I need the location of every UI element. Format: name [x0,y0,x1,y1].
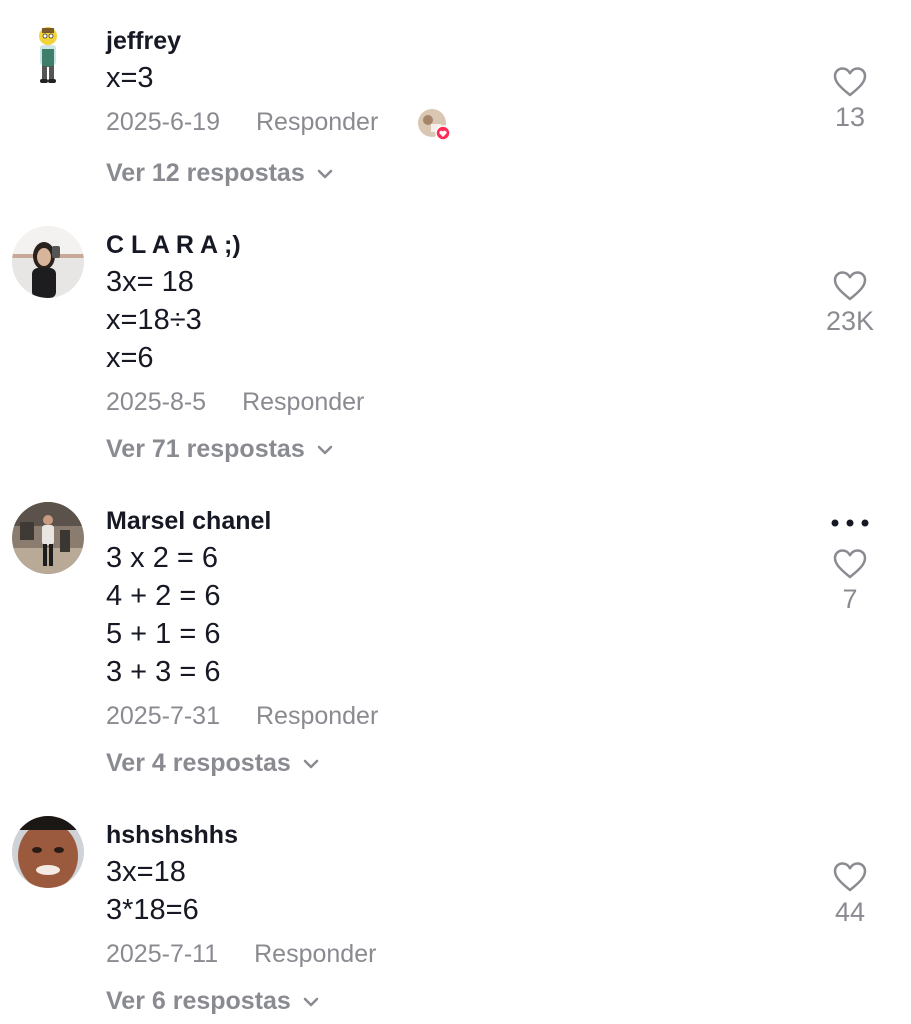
comment-username[interactable]: C L A R A ;) [106,231,241,260]
user-photo [12,816,84,888]
comment-date: 2025-8-5 [106,388,207,416]
like-count: 7 [842,584,858,614]
comment-line: 3x=18 [106,856,186,888]
heart-icon [833,862,867,892]
chevron-down-icon [303,759,319,768]
chevron-down-icon [317,445,332,454]
comment-line: x=6 [106,342,154,374]
reply-button[interactable]: Responder [256,108,378,137]
comment-item: jeffrey x=3 2025-6-19 Responder Ver 12 r… [0,0,911,200]
comment-line: 3 + 3 = 6 [106,656,221,688]
comment-text: x=3 [106,59,154,97]
comment-meta: 2025-8-5 Responder [106,388,364,417]
view-replies-button[interactable]: Ver 71 respostas [106,435,333,464]
like-count: 23K [825,306,875,336]
chevron-down-icon [303,997,319,1006]
view-replies-button[interactable]: Ver 12 respostas [106,159,333,188]
like-button[interactable]: 7 [810,548,890,615]
like-button[interactable]: 44 [810,861,890,928]
reply-button[interactable]: Responder [256,702,378,731]
like-count: 44 [834,897,866,927]
comment-meta: 2025-6-19 Responder [106,108,378,137]
comment-text: 3 x 2 = 6 4 + 2 = 6 5 + 1 = 6 3 + 3 = 6 [106,539,221,691]
comment-text: 3x= 18 x=18÷3 x=6 [106,263,202,377]
like-button[interactable]: 23K [810,270,890,337]
chevron-down-icon [317,169,332,178]
cartoon-character-icon [39,27,57,83]
comment-username[interactable]: Marsel chanel [106,507,271,536]
heart-icon [833,271,867,301]
comment-username[interactable]: hshshshhs [106,821,238,850]
comment-line: 4 + 2 = 6 [106,580,221,612]
comment-line: 5 + 1 = 6 [106,618,221,650]
more-options-icon[interactable] [828,516,872,530]
comment-line: 3*18=6 [106,894,199,926]
view-replies-button[interactable]: Ver 4 respostas [106,749,319,778]
avatar[interactable] [12,816,84,888]
avatar[interactable] [28,26,68,92]
comment-date: 2025-6-19 [106,108,220,136]
comment-date: 2025-7-31 [106,702,220,730]
comment-meta: 2025-7-31 Responder [106,702,378,731]
comment-username[interactable]: jeffrey [106,27,181,56]
view-replies-label: Ver 12 respostas [106,159,305,187]
reply-button[interactable]: Responder [242,388,364,417]
comment-line: 3 x 2 = 6 [106,542,219,574]
avatar[interactable] [12,502,84,574]
comment-date: 2025-7-11 [106,940,219,968]
comment-text: 3x=18 3*18=6 [106,853,199,929]
comment-line: 3x= 18 [106,266,194,298]
like-button[interactable]: 13 [810,66,890,133]
user-photo [12,502,84,574]
heart-icon [833,67,867,97]
view-replies-button[interactable]: Ver 6 respostas [106,987,319,1016]
like-count: 13 [834,102,866,132]
view-replies-label: Ver 71 respostas [106,435,305,463]
liked-by-creator-badge [417,108,451,141]
comment-line: x=3 [106,62,154,94]
avatar[interactable] [12,226,84,298]
reply-button[interactable]: Responder [254,940,376,969]
comment-line: x=18÷3 [106,304,202,336]
comment-meta: 2025-7-11 Responder [106,940,376,969]
view-replies-label: Ver 4 respostas [106,749,291,777]
view-replies-label: Ver 6 respostas [106,987,291,1015]
heart-icon [833,549,867,579]
user-photo [12,226,84,298]
